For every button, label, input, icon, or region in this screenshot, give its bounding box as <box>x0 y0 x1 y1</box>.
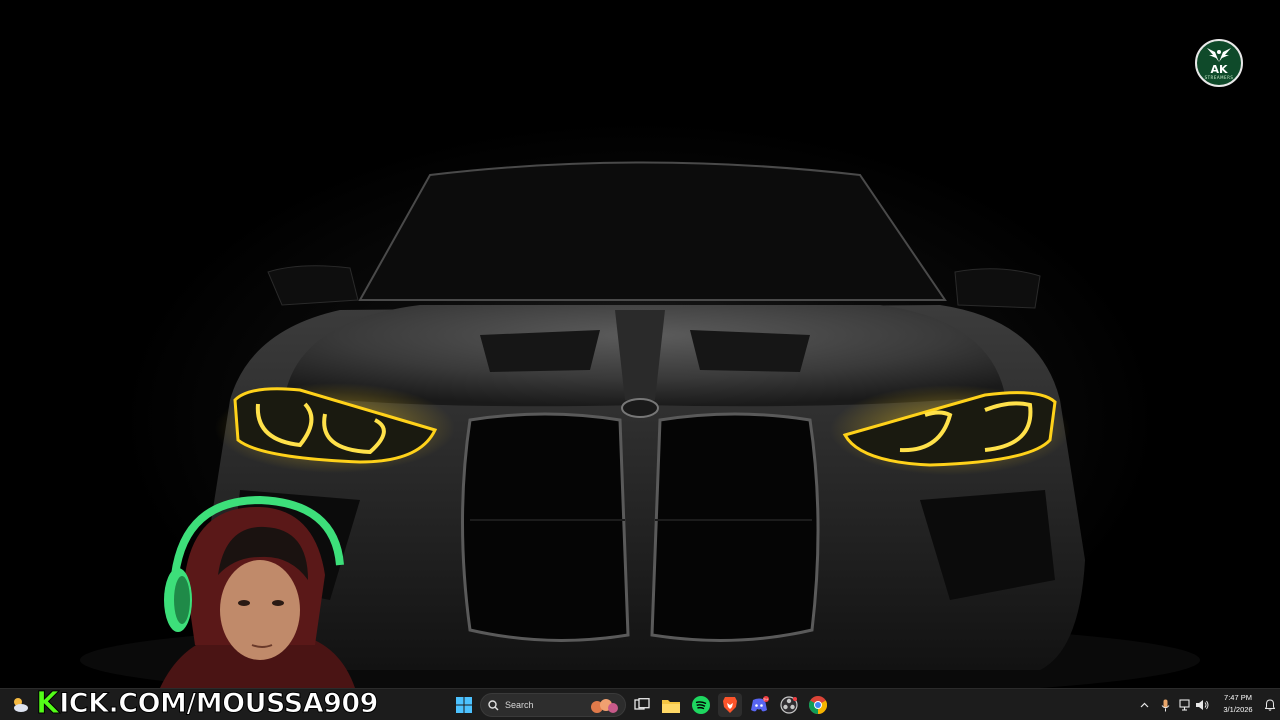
kick-channel-url: ICK.COM/MOUSSA909 <box>59 688 379 719</box>
discord-icon: 9+ <box>751 696 769 712</box>
brand-logo-subtext: STREAMERS <box>1204 75 1234 80</box>
spotify-button[interactable] <box>689 693 713 717</box>
chevron-up-icon <box>1140 702 1148 708</box>
discord-button[interactable]: 9+ <box>748 693 772 717</box>
network-status-button[interactable] <box>1178 695 1192 715</box>
search-icon <box>488 699 499 710</box>
file-explorer-button[interactable] <box>659 693 683 717</box>
task-view-button[interactable] <box>630 693 654 717</box>
chrome-icon <box>809 696 827 714</box>
kick-logo-letter: K <box>35 686 60 720</box>
weather-widget-icon[interactable] <box>10 695 30 715</box>
microphone-in-use-indicator[interactable] <box>1158 695 1172 715</box>
folder-icon <box>662 699 680 713</box>
speaker-icon <box>1196 700 1209 710</box>
webcam-overlay <box>140 495 370 688</box>
chrome-button[interactable] <box>806 693 830 717</box>
windows-icon <box>456 697 472 713</box>
start-button[interactable] <box>452 693 476 717</box>
clock-date: 3/1/2026 <box>1223 705 1253 714</box>
clock-time: 7:47 PM <box>1224 693 1252 702</box>
bell-icon <box>1265 699 1275 711</box>
desktop-wallpaper: AK STREAMERS <box>0 0 1280 688</box>
discord-notification-badge: 9+ <box>763 697 768 701</box>
task-view-icon <box>634 698 650 710</box>
spotify-icon <box>692 696 710 714</box>
brand-logo-text: AK <box>1210 63 1228 76</box>
taskbar-search-box[interactable]: Search <box>480 693 626 717</box>
notification-center-button[interactable] <box>1264 695 1276 715</box>
obs-icon <box>780 696 798 714</box>
eagle-icon <box>1207 48 1231 62</box>
search-highlight-art-icon <box>591 699 618 713</box>
system-clock[interactable]: 7:47 PM 3/1/2026 <box>1214 692 1262 716</box>
brand-logo: AK STREAMERS <box>1195 39 1243 87</box>
search-placeholder: Search <box>505 700 534 710</box>
obs-studio-button[interactable] <box>777 693 801 717</box>
kick-channel-url-overlay: K ICK.COM/MOUSSA909 <box>35 686 379 720</box>
brave-lion-icon <box>723 697 737 713</box>
microphone-icon <box>1161 699 1169 711</box>
show-hidden-icons-button[interactable] <box>1138 695 1150 715</box>
network-icon <box>1178 699 1190 711</box>
volume-button[interactable] <box>1195 695 1209 715</box>
brave-browser-button[interactable] <box>718 693 742 717</box>
